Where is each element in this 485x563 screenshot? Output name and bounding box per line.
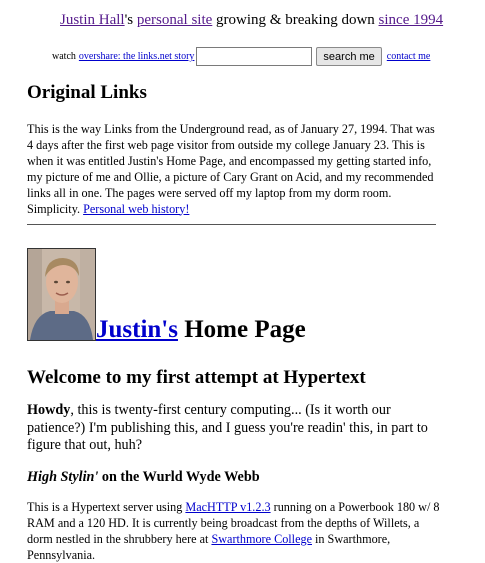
home-page-title-text: Home Page (177, 316, 306, 343)
howdy-text: , this is twenty-first century computing… (27, 402, 428, 453)
justin-photo (27, 248, 96, 341)
portrait-image (28, 249, 95, 340)
howdy-bold: Howdy (27, 402, 71, 418)
original-links-paragraph: This is the way Links from the Undergrou… (27, 122, 437, 217)
personal-web-history-link[interactable]: Personal web history! (83, 202, 189, 216)
possessive-text: 's (124, 12, 137, 28)
high-stylin-rest: on the Wurld Wyde Webb (98, 469, 260, 485)
horizontal-divider (27, 224, 436, 225)
search-input[interactable] (196, 47, 313, 66)
high-stylin-italic: High Stylin' (27, 469, 99, 485)
swarthmore-college-link[interactable]: Swarthmore College (211, 532, 312, 546)
site-header-line: Justin Hall's personal site growing & br… (60, 12, 443, 29)
justins-link[interactable]: Justin's (96, 316, 178, 343)
growing-text: growing & breaking down (212, 12, 379, 28)
high-stylin-heading: High Stylin' on the Wurld Wyde Webb (27, 469, 260, 486)
howdy-paragraph: Howdy, this is twenty-first century comp… (27, 402, 442, 455)
original-links-heading: Original Links (27, 82, 147, 103)
search-me-button[interactable]: search me (316, 47, 382, 66)
home-page-title: Justin's Home Page (96, 316, 306, 344)
contact-me-link[interactable]: contact me (387, 51, 431, 62)
server-text-1: This is a Hypertext server using (27, 500, 186, 514)
personal-site-link[interactable]: personal site (137, 12, 212, 28)
watch-label: watch (52, 51, 76, 62)
server-paragraph: This is a Hypertext server using MacHTTP… (27, 499, 442, 563)
search-row: watch overshare: the links.net story sea… (52, 47, 438, 66)
machttp-link[interactable]: MacHTTP v1.2.3 (185, 500, 270, 514)
justin-hall-link[interactable]: Justin Hall (60, 12, 125, 28)
welcome-heading: Welcome to my first attempt at Hypertext (27, 367, 366, 388)
since-1994-link[interactable]: since 1994 (379, 12, 444, 28)
overshare-link[interactable]: overshare: the links.net story (79, 51, 195, 62)
